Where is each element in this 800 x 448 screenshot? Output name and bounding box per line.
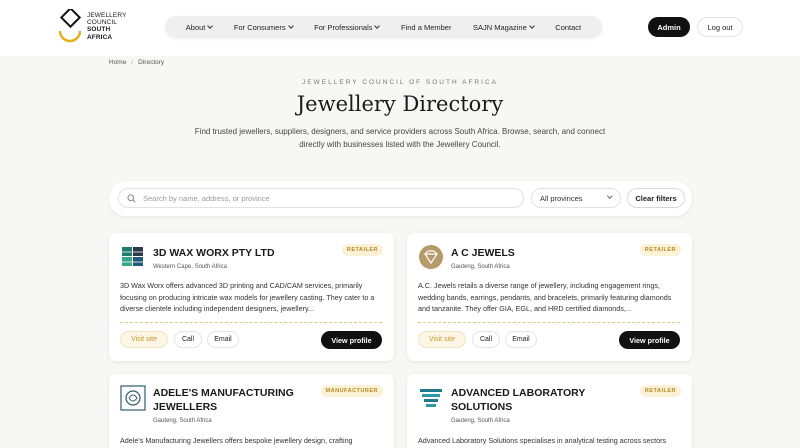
category-badge: RETAILER [341, 244, 383, 256]
logo-text: JEWELLERY COUNCIL SOUTH AFRICA [87, 12, 127, 41]
search-icon [127, 193, 136, 203]
visit-site-button[interactable]: Visit site [120, 331, 168, 348]
chevron-down-icon [374, 23, 381, 29]
chevron-down-icon [287, 23, 294, 29]
business-name[interactable]: 3D WAX WORX PTY LTD [153, 246, 333, 260]
business-location: Gauteng, South Africa [451, 418, 510, 424]
category-badge: RETAILER [639, 385, 681, 397]
business-description: A.C. Jewels retails a diverse range of j… [418, 281, 672, 313]
ornate-crest-logo-icon [120, 385, 146, 411]
logo-mark-icon [58, 9, 82, 43]
chevron-down-icon [528, 23, 535, 29]
visit-site-button[interactable]: Visit site [418, 331, 466, 348]
card-divider [120, 322, 382, 323]
directory-card: ADVANCED LABORATORY SOLUTIONS Gauteng, S… [407, 374, 692, 448]
search-field[interactable] [118, 188, 524, 208]
main-nav: About For Consumers For Professionals Fi… [165, 16, 602, 38]
nav-item-sajn-magazine[interactable]: SAJN Magazine [473, 23, 535, 32]
view-profile-button[interactable]: View profile [321, 331, 382, 349]
breadcrumb-home[interactable]: Home [109, 59, 126, 66]
chevron-down-icon [207, 23, 214, 29]
directory-card: A C JEWELS Gauteng, South Africa RETAILE… [407, 233, 692, 361]
admin-button[interactable]: Admin [648, 17, 690, 37]
hero-eyebrow: JEWELLERY COUNCIL OF SOUTH AFRICA [302, 79, 498, 86]
search-input[interactable] [143, 193, 513, 203]
nav-item-find-a-member[interactable]: Find a Member [401, 23, 451, 32]
chevron-down-icon [606, 193, 612, 199]
search-filter-bar: All provinces Clear filters [109, 181, 692, 216]
nav-item-for-professionals[interactable]: For Professionals [314, 23, 381, 32]
site-header: JEWELLERY COUNCIL SOUTH AFRICA About For… [0, 0, 800, 56]
business-name[interactable]: ADELE'S MANUFACTURING JEWELLERS [153, 386, 333, 414]
business-location: Gauteng, South Africa [451, 264, 510, 270]
category-badge: MANUFACTURER [320, 385, 383, 397]
province-select-value: All provinces [540, 193, 583, 203]
email-button[interactable]: Email [207, 331, 239, 348]
jewellery-council-logo[interactable]: JEWELLERY COUNCIL SOUTH AFRICA [57, 9, 127, 49]
business-name[interactable]: ADVANCED LABORATORY SOLUTIONS [451, 386, 631, 414]
call-button[interactable]: Call [174, 331, 202, 348]
call-button[interactable]: Call [472, 331, 500, 348]
diamond-badge-logo-icon [419, 245, 443, 269]
logout-button[interactable]: Log out [697, 17, 743, 37]
clear-filters-button[interactable]: Clear filters [627, 188, 685, 208]
nav-item-about[interactable]: About [186, 23, 214, 32]
category-badge: RETAILER [639, 244, 681, 256]
lab-stripes-logo-icon [420, 389, 442, 407]
province-select[interactable]: All provinces [531, 188, 621, 208]
email-button[interactable]: Email [505, 331, 537, 348]
nav-item-contact[interactable]: Contact [555, 23, 581, 32]
nav-item-for-consumers[interactable]: For Consumers [234, 23, 294, 32]
directory-card: 3D WAX WORX PTY LTD Western Cape, South … [109, 233, 394, 361]
hero-subtitle: Find trusted jewellers, suppliers, desig… [194, 127, 606, 149]
card-actions: Visit site Call Email View profile [418, 331, 680, 349]
card-actions: Visit site Call Email View profile [120, 331, 382, 349]
business-location: Western Cape, South Africa [153, 264, 227, 270]
business-description: Adele's Manufacturing Jewellers offers b… [120, 436, 353, 445]
page-title: Jewellery Directory [296, 92, 504, 116]
breadcrumb-current: Directory [138, 59, 165, 66]
card-divider [418, 322, 680, 323]
business-description: 3D Wax Worx offers advanced 3D printing … [120, 281, 375, 313]
directory-card: ADELE'S MANUFACTURING JEWELLERS Gauteng,… [109, 374, 394, 448]
wax-cubes-logo-icon [122, 247, 143, 266]
view-profile-button[interactable]: View profile [619, 331, 680, 349]
business-location: Gauteng, South Africa [153, 418, 212, 424]
breadcrumb: Home / Directory [109, 59, 164, 66]
business-description: Advanced Laboratory Solutions specialise… [418, 436, 667, 445]
business-name[interactable]: A C JEWELS [451, 246, 631, 260]
breadcrumb-separator: / [131, 59, 134, 66]
